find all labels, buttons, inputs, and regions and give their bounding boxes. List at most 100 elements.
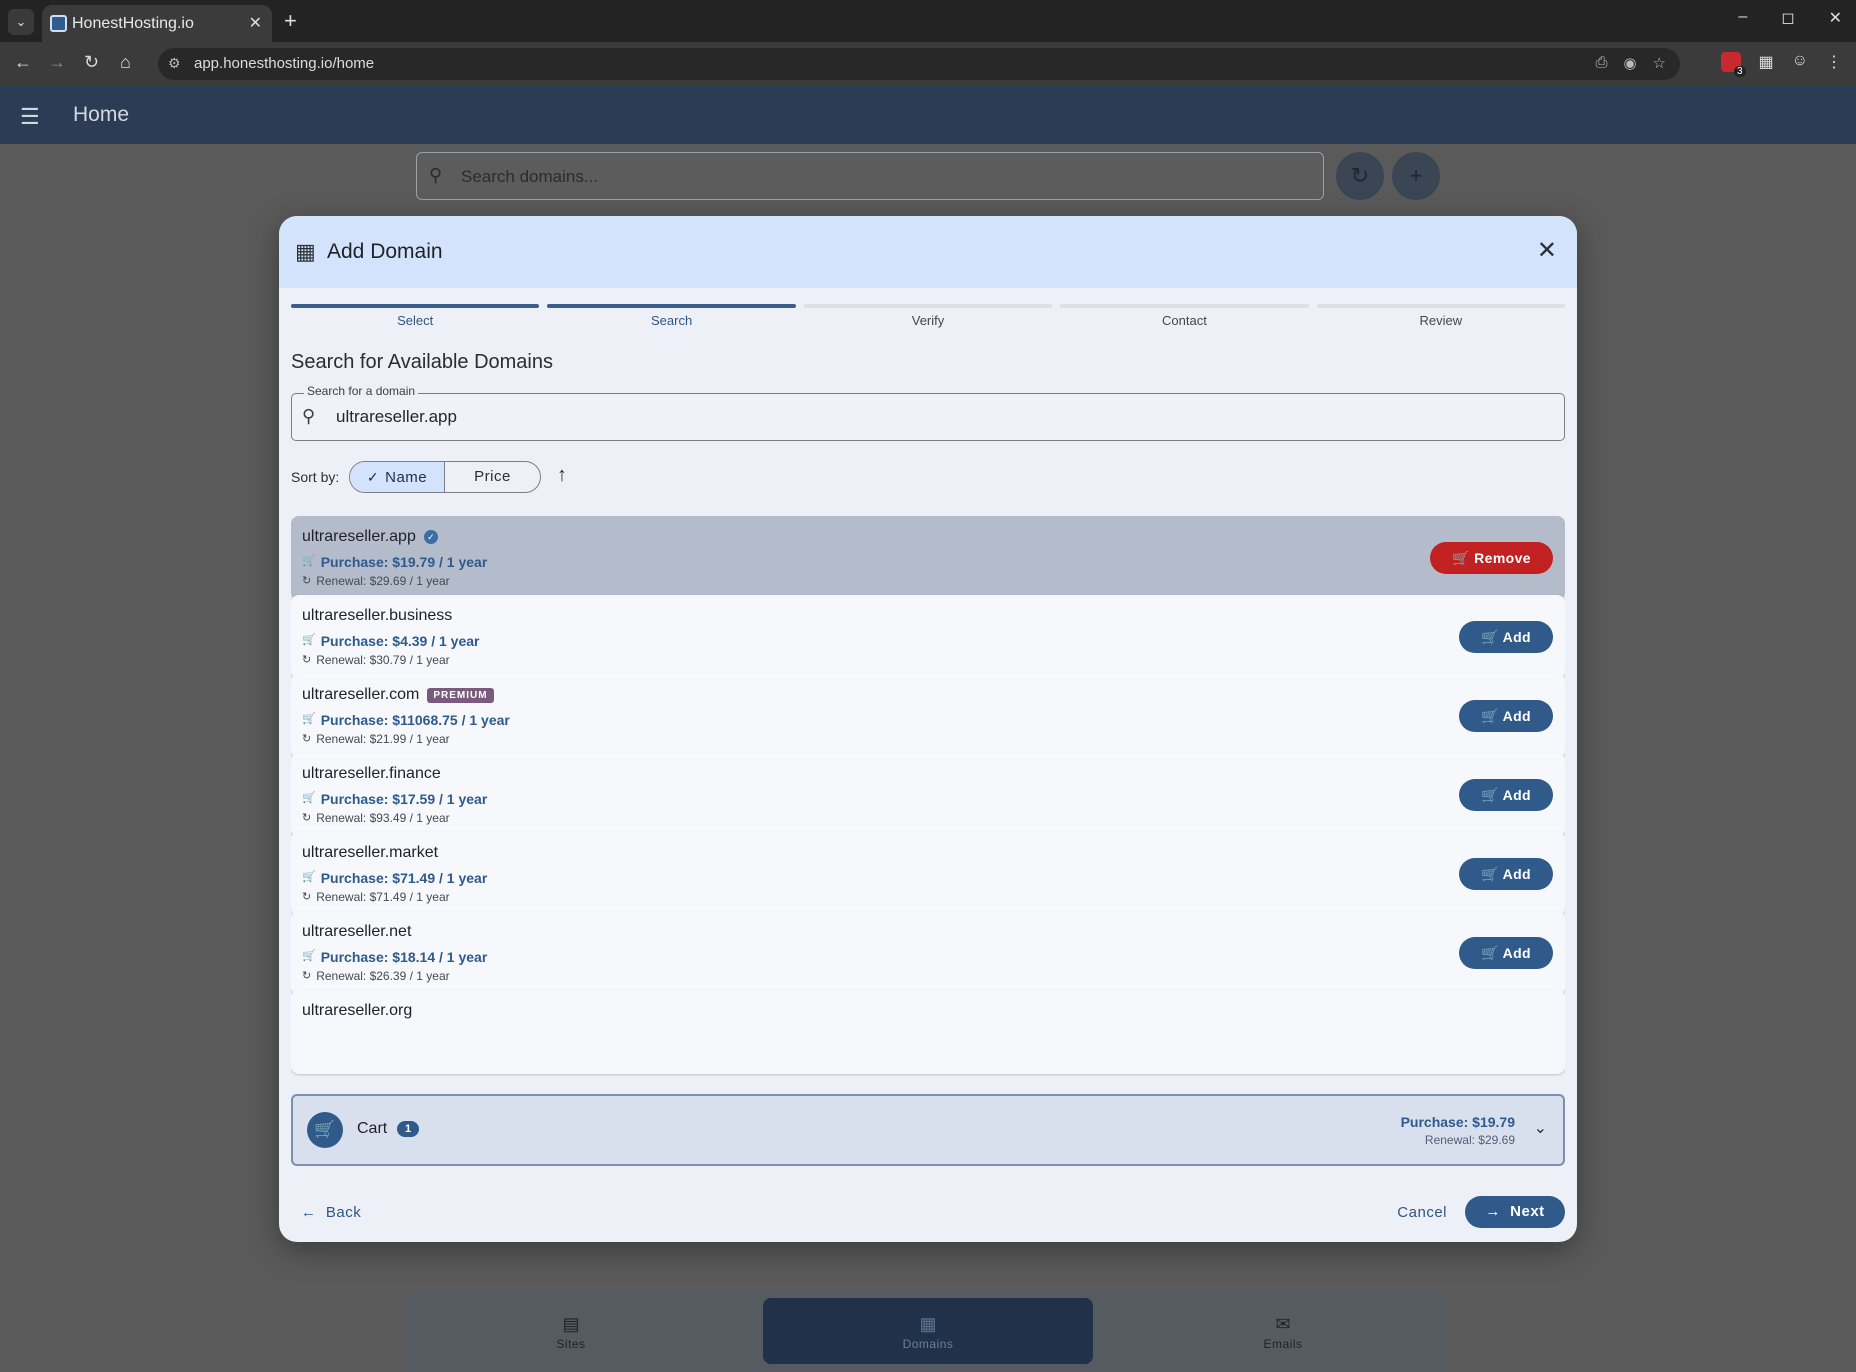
nav-item-sites[interactable]: ▤ Sites: [406, 1292, 736, 1372]
add-cart-icon: 🛒: [1480, 629, 1499, 645]
site-info-icon[interactable]: ⚙: [168, 55, 181, 72]
tab-search-dropdown-icon[interactable]: ⌄: [8, 9, 34, 35]
back-arrow-icon[interactable]: ←: [14, 52, 32, 73]
back-button[interactable]: ← Back: [301, 1204, 361, 1221]
add-to-cart-button[interactable]: 🛒 Add: [1459, 937, 1553, 969]
extension-badge-count: 3: [1733, 66, 1746, 77]
domains-icon: ▦: [919, 1314, 937, 1334]
section-title: Search for Available Domains: [291, 351, 553, 373]
sites-icon: ▤: [562, 1314, 580, 1334]
extension-icon[interactable]: 3: [1720, 52, 1746, 77]
nav-item-domains[interactable]: ▦ Domains: [763, 1298, 1093, 1364]
email-icon: ✉: [1275, 1314, 1291, 1334]
domain-search-input[interactable]: ⚲ Search domains...: [416, 152, 1324, 200]
arrow-left-icon: ←: [301, 1204, 317, 1221]
refresh-button[interactable]: ↻: [1336, 152, 1384, 200]
cancel-button[interactable]: Cancel: [1397, 1204, 1447, 1221]
step-label: Search: [651, 313, 693, 328]
remove-cart-icon: 🛒: [1451, 550, 1470, 566]
domain-result-row: ultrareseller.business 🛒 Purchase: $4.39 …: [291, 595, 1565, 679]
bottom-navigation: ▤ Sites ▦ Domains ✉ Emails: [406, 1292, 1448, 1372]
install-app-icon[interactable]: ⎙: [1595, 54, 1607, 72]
domain-name: ultrareseller.business: [302, 607, 453, 624]
bookmark-star-icon[interactable]: ☆: [1653, 54, 1666, 72]
cart-summary[interactable]: 🛒 Cart 1 Purchase: $19.79 Renewal: $29.6…: [291, 1094, 1565, 1166]
address-bar[interactable]: ⚙ app.honesthosting.io/home ⎙ ◉ ☆: [158, 48, 1680, 80]
domain-result-row: ultrareseller.market 🛒 Purchase: $71.49 /…: [291, 832, 1565, 916]
button-label: Add: [1502, 708, 1532, 724]
step-label: Contact: [1162, 313, 1207, 328]
purchase-price: Purchase: $4.39 / 1 year: [320, 633, 480, 649]
button-label: Remove: [1474, 550, 1531, 566]
add-to-cart-button[interactable]: 🛒 Add: [1459, 779, 1553, 811]
profile-icon[interactable]: ☺: [1792, 52, 1808, 72]
window-close-icon[interactable]: ✕: [1829, 8, 1842, 28]
new-tab-icon[interactable]: +: [284, 8, 297, 34]
step-label: Select: [397, 313, 434, 328]
home-icon[interactable]: ⌂: [120, 52, 131, 73]
cart-purchase-total: Purchase: $19.79: [1400, 1114, 1515, 1130]
page-title: Home: [73, 103, 130, 126]
nav-item-emails[interactable]: ✉ Emails: [1118, 1292, 1448, 1372]
domain-result-row: ultrareseller.net 🛒 Purchase: $18.14 / 1 …: [291, 911, 1565, 995]
purchase-price: Purchase: $18.14 / 1 year: [320, 949, 488, 965]
browser-tab-bar: ⌄ HonestHosting.io ✕ + – ◻ ✕: [0, 0, 1856, 42]
add-domain-button[interactable]: +: [1392, 152, 1440, 200]
tab-close-icon[interactable]: ✕: [249, 13, 262, 33]
add-to-cart-button[interactable]: 🛒 Add: [1459, 700, 1553, 732]
close-icon[interactable]: ✕: [1537, 236, 1557, 265]
domain-name: ultrareseller.finance: [302, 765, 441, 782]
sort-by-name-button[interactable]: ✓ Name: [350, 462, 445, 492]
renewal-price: Renewal: $30.79 / 1 year: [316, 653, 450, 667]
dialog-header: ▦ Add Domain ✕: [279, 216, 1577, 288]
renewal-price: Renewal: $21.99 / 1 year: [316, 732, 450, 746]
next-button[interactable]: → Next: [1465, 1196, 1565, 1228]
domain-result-row: ultrareseller.org: [291, 990, 1565, 1074]
add-cart-icon: 🛒: [1480, 945, 1499, 961]
extensions-puzzle-icon[interactable]: ▦: [1759, 52, 1774, 72]
button-label: Add: [1502, 866, 1532, 882]
domain-name: ultrareseller.app: [302, 528, 416, 545]
maximize-icon[interactable]: ◻: [1781, 8, 1794, 28]
sort-label: Sort by:: [291, 469, 340, 485]
step-label: Verify: [911, 313, 945, 328]
renew-icon: ↻: [302, 970, 312, 982]
browser-tab[interactable]: HonestHosting.io ✕: [42, 5, 272, 42]
sort-direction-arrow-up-icon[interactable]: ↑: [557, 464, 567, 487]
cart-icon: 🛒: [302, 634, 316, 646]
search-icon: ⚲: [302, 406, 316, 426]
domain-query-field[interactable]: Search for a domain ⚲ ultrareseller.app: [291, 384, 1565, 441]
cart-label: Cart: [357, 1120, 388, 1137]
cart-icon: 🛒: [302, 713, 316, 725]
sort-option-label: Price: [474, 468, 511, 485]
purchase-price: Purchase: $71.49 / 1 year: [320, 870, 488, 886]
renew-icon: ↻: [302, 575, 312, 587]
renewal-price: Renewal: $93.49 / 1 year: [316, 811, 450, 825]
domain-result-row: ultrareseller.app ✓ 🛒 Purchase: $19.79 / 1…: [291, 516, 1565, 600]
forward-arrow-icon[interactable]: →: [48, 52, 66, 73]
sort-by-price-button[interactable]: Price: [445, 462, 540, 492]
reload-icon[interactable]: ↻: [84, 52, 99, 73]
button-label: Add: [1502, 629, 1532, 645]
cart-renewal-total: Renewal: $29.69: [1424, 1133, 1515, 1147]
menu-icon[interactable]: ☰: [20, 104, 40, 130]
remove-from-cart-button[interactable]: 🛒 Remove: [1430, 542, 1553, 574]
add-to-cart-button[interactable]: 🛒 Add: [1459, 621, 1553, 653]
browser-menu-icon[interactable]: ⋮: [1826, 52, 1842, 72]
add-to-cart-button[interactable]: 🛒 Add: [1459, 858, 1553, 890]
domain-results-list[interactable]: ultrareseller.app ✓ 🛒 Purchase: $19.79 / 1…: [291, 516, 1565, 1088]
domain-query-label: Search for a domain: [304, 384, 419, 398]
tracking-eye-icon[interactable]: ◉: [1623, 54, 1636, 72]
app-bar: ☰ Home: [0, 86, 1856, 144]
nav-label: Domains: [902, 1337, 954, 1351]
minimize-icon[interactable]: –: [1738, 8, 1747, 28]
renew-icon: ↻: [302, 891, 312, 903]
cart-icon: 🛒: [302, 950, 316, 962]
renewal-price: Renewal: $26.39 / 1 year: [316, 969, 450, 983]
purchase-price: Purchase: $11068.75 / 1 year: [320, 712, 510, 728]
step-search: Search: [547, 304, 796, 334]
chevron-down-icon[interactable]: ⌄: [1534, 1118, 1547, 1138]
domain-result-row: ultrareseller.finance 🛒 Purchase: $17.59 …: [291, 753, 1565, 837]
arrow-right-icon: →: [1485, 1203, 1501, 1220]
step-review: Review: [1316, 304, 1566, 334]
